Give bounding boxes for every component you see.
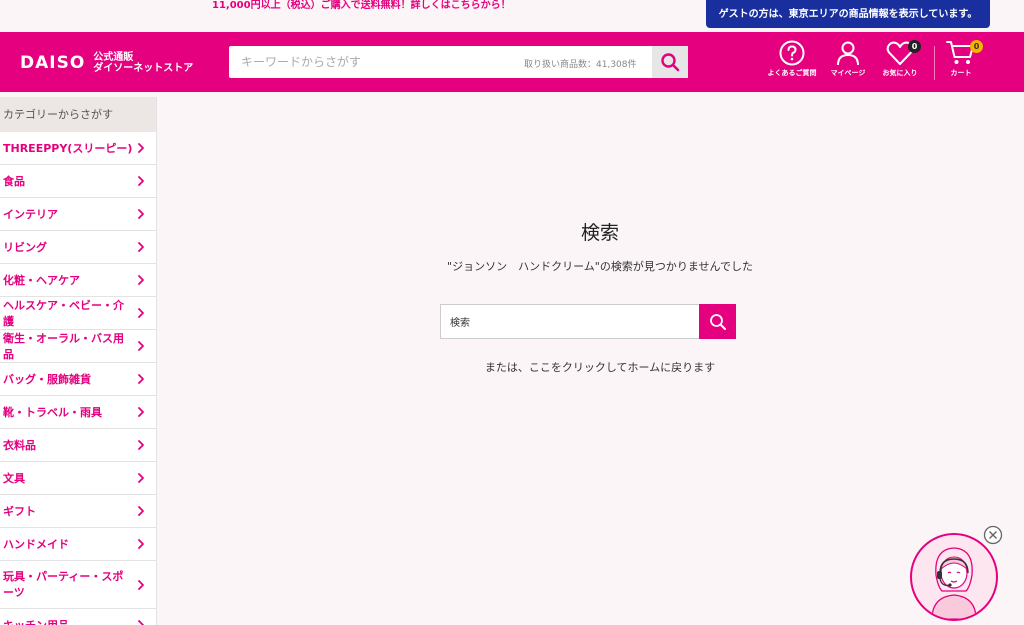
chevron-right-icon [138, 143, 144, 153]
logo-sub-line2: ダイソーネットストア [93, 63, 194, 74]
support-operator-icon [931, 547, 977, 619]
chevron-right-icon [138, 579, 144, 590]
logo-subtitle: 公式通販 ダイソーネットストア [93, 52, 193, 74]
chevron-right-icon [138, 275, 144, 285]
free-shipping-link[interactable]: 11,000円以上（税込）ご購入で送料無料！詳しくはこちらから！ [212, 0, 511, 12]
chevron-right-icon [138, 407, 144, 417]
sidebar-category-item[interactable]: 靴・トラベル・雨具 [0, 396, 156, 429]
sidebar-category-label: キッチン用品 [3, 617, 69, 625]
sidebar-category-item[interactable]: ギフト [0, 495, 156, 528]
chevron-right-icon [138, 506, 144, 516]
sidebar-category-label: 靴・トラベル・雨具 [3, 406, 102, 419]
top-notice-bar: 11,000円以上（税込）ご購入で送料無料！詳しくはこちらから！ ゲストの方は、… [0, 0, 1024, 32]
sidebar-category-label: 文具 [3, 472, 25, 485]
user-icon [837, 41, 859, 66]
search-icon [661, 53, 680, 72]
sidebar-category-label: ハンドメイド [3, 538, 69, 551]
chevron-right-icon [138, 473, 144, 483]
sidebar-title: カテゴリーからさがす [0, 97, 156, 132]
question-icon [779, 40, 805, 66]
sidebar-category-item[interactable]: キッチン用品 [0, 609, 156, 625]
sidebar-category-label: 化粧・ヘアケア [3, 274, 80, 287]
close-icon[interactable] [983, 525, 1003, 545]
sidebar-category-label: ヘルスケア・ベビー・介護 [3, 299, 124, 328]
sidebar-category-label: 衣料品 [3, 439, 36, 452]
sidebar-category-label: 食品 [3, 175, 25, 188]
sidebar-category-item[interactable]: 玩具・パーティー・スポーツ [0, 561, 156, 609]
product-count: 取り扱い商品数：41,308件 [524, 60, 637, 70]
cart-count-badge: 0 [970, 40, 983, 53]
mypage-label: マイページ [830, 69, 866, 77]
site-logo[interactable]: DAISO 公式通販 ダイソーネットストア [20, 50, 193, 76]
header-search-button[interactable] [652, 46, 688, 78]
sidebar-category-label: ギフト [3, 505, 36, 518]
cart-label: カート [950, 69, 972, 77]
page-title: 検索 [580, 222, 619, 244]
favorites-button[interactable]: 0 お気に入り [873, 40, 927, 86]
main-search-box [440, 304, 736, 339]
chevron-right-icon [138, 539, 144, 549]
sidebar-category-label: THREEPPY(スリーピー) [3, 142, 133, 155]
chevron-right-icon [138, 341, 144, 351]
logo-text: DAISO [20, 53, 86, 73]
sidebar-category-item[interactable]: 食品 [0, 165, 156, 198]
main-search-button[interactable] [699, 304, 736, 339]
main-search-input[interactable] [441, 305, 699, 338]
site-header: DAISO 公式通販 ダイソーネットストア よくあるご質問 マイページ [0, 32, 1024, 92]
mypage-button[interactable]: マイページ [821, 40, 875, 86]
guest-area-notice[interactable]: ゲストの方は、東京エリアの商品情報を表示しています。 [706, 0, 990, 28]
cart-button[interactable]: 0 カート [934, 40, 988, 86]
chevron-right-icon [138, 176, 144, 186]
not-found-message: "ジョンソン ハンドクリーム"の検索が見つかりませんでした [447, 260, 753, 273]
sidebar-category-label: 衛生・オーラル・バス用品 [3, 332, 124, 361]
sidebar-category-item[interactable]: 衣料品 [0, 429, 156, 462]
chat-support-button[interactable] [910, 533, 998, 621]
faq-button[interactable]: よくあるご質問 [765, 40, 819, 86]
category-list: THREEPPY(スリーピー) 食品 インテリア リビング 化粧・ヘアケア ヘルスケア・ベ… [0, 132, 156, 625]
back-to-home-link[interactable]: または、ここをクリックしてホームに戻ります [0, 359, 1024, 375]
logo-sub-line1: 公式通販 [93, 52, 134, 63]
chevron-right-icon [138, 308, 144, 318]
sidebar-category-label: 玩具・パーティー・スポーツ [3, 569, 124, 599]
guest-area-text: ゲストの方は、東京エリアの商品情報を表示しています。 [718, 9, 978, 20]
chevron-right-icon [138, 620, 144, 625]
sidebar-category-item[interactable]: ハンドメイド [0, 528, 156, 561]
favorites-label: お気に入り [882, 69, 918, 77]
sidebar-category-item[interactable]: 文具 [0, 462, 156, 495]
chevron-right-icon [138, 440, 144, 450]
chevron-right-icon [138, 374, 144, 384]
sidebar-category-item[interactable]: THREEPPY(スリーピー) [0, 132, 156, 165]
sidebar-category-item[interactable]: ヘルスケア・ベビー・介護 [0, 297, 156, 330]
favorites-count-badge: 0 [908, 40, 921, 53]
faq-label: よくあるご質問 [767, 69, 817, 77]
search-icon [709, 313, 726, 330]
